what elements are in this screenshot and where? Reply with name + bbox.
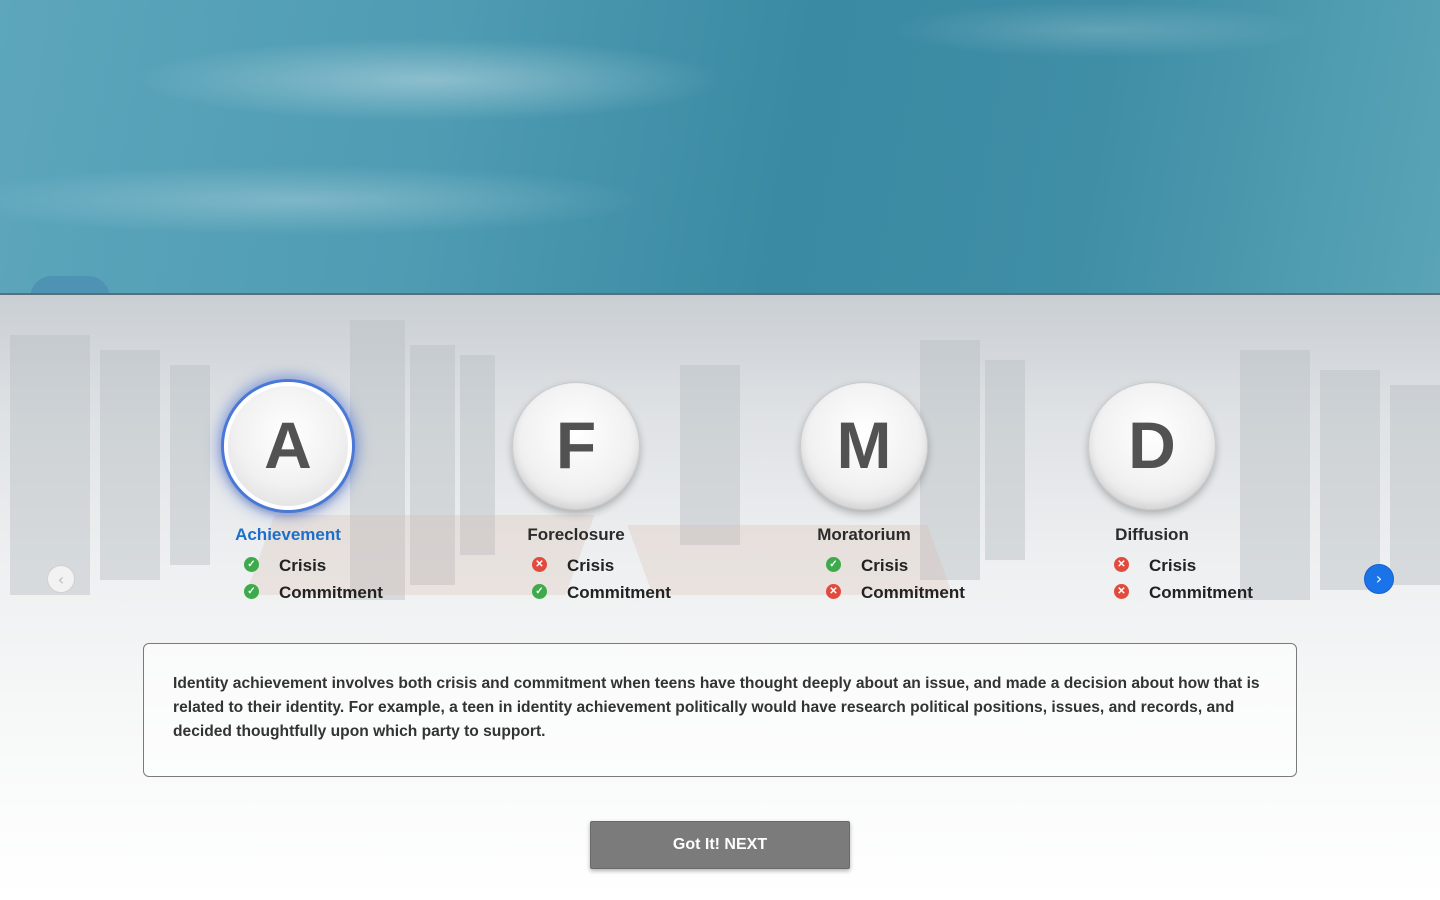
criterion-crisis: ✕ Crisis <box>532 556 614 576</box>
criterion-label: Crisis <box>861 556 909 575</box>
status-card-diffusion[interactable]: D Diffusion ✕ Crisis ✕ Commitment <box>1032 382 1272 612</box>
criterion-label: Commitment <box>1149 583 1253 602</box>
status-letter-circle[interactable]: F <box>512 382 640 510</box>
chevron-left-icon[interactable]: ‹ <box>47 565 75 593</box>
check-icon: ✓ <box>532 584 547 600</box>
status-letter-circle[interactable]: A <box>224 382 352 510</box>
criterion-crisis: ✓ Crisis <box>826 556 908 576</box>
criterion-label: Commitment <box>567 583 671 602</box>
status-letter-circle[interactable]: D <box>1088 382 1216 510</box>
check-icon: ✓ <box>244 584 259 600</box>
x-icon: ✕ <box>826 584 841 600</box>
status-card-foreclosure[interactable]: F Foreclosure ✕ Crisis ✓ Commitment <box>456 382 696 612</box>
x-icon: ✕ <box>1114 557 1129 573</box>
criterion-commitment: ✕ Commitment <box>1114 583 1253 603</box>
status-letter: A <box>264 408 312 482</box>
status-card-moratorium[interactable]: M Moratorium ✓ Crisis ✕ Commitment <box>744 382 984 612</box>
status-letter: M <box>836 408 892 482</box>
status-letter: F <box>555 408 597 482</box>
criterion-label: Commitment <box>861 583 965 602</box>
status-card-achievement[interactable]: A Achievement ✓ Crisis ✓ Commitment <box>168 382 408 612</box>
criterion-label: Crisis <box>567 556 615 575</box>
description-panel: Identity achievement involves both crisi… <box>143 643 1297 777</box>
x-icon: ✕ <box>1114 584 1129 600</box>
description-text: Identity achievement involves both crisi… <box>173 675 1260 740</box>
criterion-commitment: ✕ Commitment <box>826 583 965 603</box>
x-icon: ✕ <box>532 557 547 573</box>
status-letter: D <box>1128 408 1176 482</box>
criterion-crisis: ✓ Crisis <box>244 556 326 576</box>
check-icon: ✓ <box>826 557 841 573</box>
status-title: Achievement <box>235 525 341 544</box>
criterion-commitment: ✓ Commitment <box>532 583 671 603</box>
criterion-label: Crisis <box>279 556 327 575</box>
check-icon: ✓ <box>244 557 259 573</box>
criterion-label: Commitment <box>279 583 383 602</box>
criterion-label: Crisis <box>1149 556 1197 575</box>
chevron-right-icon[interactable]: › <box>1364 564 1394 594</box>
status-letter-circle[interactable]: M <box>800 382 928 510</box>
criterion-commitment: ✓ Commitment <box>244 583 383 603</box>
criterion-crisis: ✕ Crisis <box>1114 556 1196 576</box>
sky-background <box>0 0 1440 294</box>
status-title: Foreclosure <box>527 525 625 544</box>
status-title: Moratorium <box>817 525 911 544</box>
status-title: Diffusion <box>1115 525 1189 544</box>
next-button[interactable]: Got It! NEXT <box>590 821 850 869</box>
